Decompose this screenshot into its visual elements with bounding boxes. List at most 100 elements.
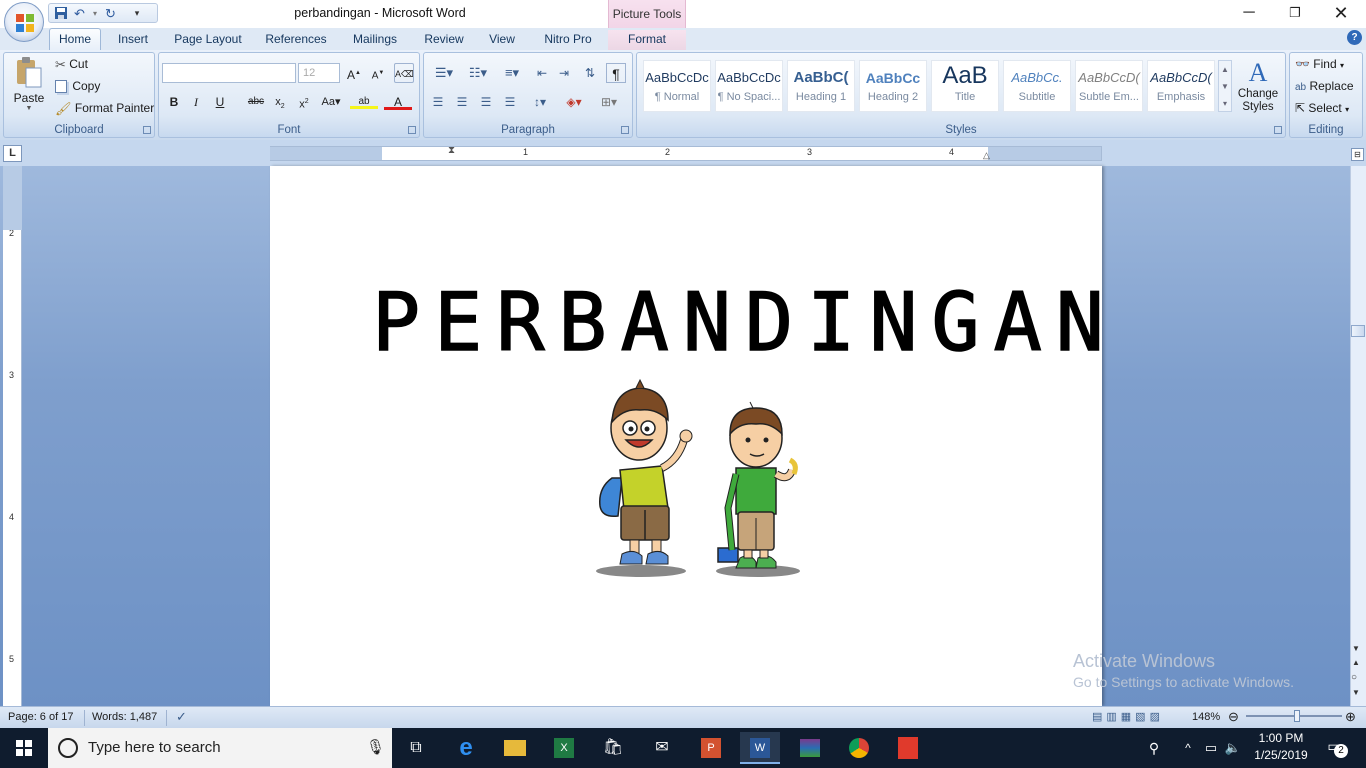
previous-page-icon[interactable]: ▲ (1352, 658, 1360, 667)
vertical-scrollbar[interactable] (1350, 166, 1366, 706)
help-icon[interactable]: ? (1347, 30, 1362, 45)
view-ruler-icon[interactable]: ⊟ (1351, 148, 1364, 161)
style-no-spacing[interactable]: AaBbCcDc ¶ No Spaci... (715, 60, 783, 112)
next-page-icon[interactable]: ▼ (1352, 688, 1360, 697)
borders-icon[interactable]: ⊞▾ (594, 92, 624, 112)
tab-review[interactable]: Review (418, 30, 470, 50)
increase-indent-icon[interactable]: ⇥ (554, 63, 574, 83)
justify-icon[interactable]: ☰ (500, 92, 520, 112)
tab-format[interactable]: Format (608, 30, 686, 50)
tab-nitro-pro[interactable]: Nitro Pro (536, 30, 600, 50)
numbering-icon[interactable]: ☷▾ (462, 63, 494, 83)
shrink-font-icon[interactable]: A▼ (368, 63, 388, 83)
strikethrough-icon[interactable]: abc (246, 92, 266, 112)
microphone-icon[interactable]: 🎙 (366, 728, 385, 768)
zoom-slider-thumb[interactable] (1294, 710, 1300, 722)
style-title[interactable]: AaB Title (931, 60, 999, 112)
right-indent-icon[interactable]: △ (983, 150, 990, 161)
restore-button[interactable]: ❐ (1272, 0, 1318, 28)
bold-icon[interactable]: B (164, 92, 184, 112)
scrollbar-thumb[interactable] (1351, 325, 1365, 337)
italic-icon[interactable]: I (186, 92, 206, 112)
grow-font-icon[interactable]: A▲ (344, 63, 364, 83)
style-heading-1[interactable]: AaBbC(Heading 1 (787, 60, 855, 112)
tab-insert[interactable]: Insert (110, 30, 156, 50)
replace-button[interactable]: ab Replace (1295, 79, 1354, 93)
taskbar-clock[interactable]: 1:00 PM 1/25/2019 (1246, 730, 1316, 764)
show-formatting-icon[interactable]: ¶ (606, 63, 626, 83)
line-spacing-icon[interactable]: ↕▾ (526, 92, 554, 112)
change-case-icon[interactable]: Aa▾ (318, 92, 344, 112)
cut-button[interactable]: ✂ Cut (55, 57, 88, 73)
zoom-out-icon[interactable]: ⊖ (1228, 709, 1239, 725)
mail-icon[interactable]: ✉ (642, 732, 682, 764)
office-button[interactable] (4, 2, 44, 42)
vertical-ruler[interactable]: 2 3 4 5 (3, 166, 22, 706)
align-left-icon[interactable]: ☰ (428, 92, 448, 112)
select-button[interactable]: ⇱ Select ▾ (1295, 101, 1349, 115)
scroll-down-icon[interactable]: ▼ (1352, 644, 1360, 653)
excel-icon[interactable]: X (544, 732, 584, 764)
zoom-in-icon[interactable]: ⊕ (1345, 709, 1356, 725)
multilevel-list-icon[interactable]: ≡▾ (496, 63, 528, 83)
paragraph-launcher-icon[interactable] (621, 126, 629, 134)
action-center-icon[interactable]: ▭ 2 (1322, 738, 1348, 758)
tab-page-layout[interactable]: Page Layout (168, 30, 248, 50)
style-emphasis[interactable]: AaBbCcD(Emphasis (1147, 60, 1215, 112)
styles-launcher-icon[interactable] (1274, 126, 1282, 134)
minimize-button[interactable]: ─ (1226, 0, 1272, 28)
style-normal[interactable]: AaBbCcDc ¶ Normal (643, 60, 711, 112)
volume-icon[interactable]: 🔈 (1222, 732, 1244, 764)
tab-mailings[interactable]: Mailings (344, 30, 406, 50)
winrar-icon[interactable] (790, 732, 830, 764)
highlight-icon[interactable]: ab (350, 92, 378, 112)
style-subtitle[interactable]: AaBbCc. Subtitle (1003, 60, 1071, 112)
start-button[interactable] (0, 728, 48, 768)
close-button[interactable]: ✕ (1318, 0, 1364, 28)
first-line-indent-icon[interactable]: ⧗ (448, 145, 455, 156)
word-icon[interactable]: W (740, 732, 780, 764)
nitro-pdf-icon[interactable] (888, 732, 928, 764)
chrome-icon[interactable] (839, 732, 879, 764)
bullets-icon[interactable]: ☰▾ (428, 63, 460, 83)
task-view-icon[interactable]: ⧉ (396, 732, 436, 764)
underline-icon[interactable]: U (210, 92, 230, 112)
clear-formatting-icon[interactable]: A⌫ (394, 63, 414, 83)
people-icon[interactable]: ⚲ (1140, 732, 1168, 764)
align-right-icon[interactable]: ☰ (476, 92, 496, 112)
clipboard-launcher-icon[interactable] (143, 126, 151, 134)
font-name-combo[interactable] (162, 63, 296, 83)
show-hidden-icons[interactable]: ^ (1178, 732, 1198, 764)
tab-selector-icon[interactable]: L (3, 145, 22, 162)
taskbar-search-box[interactable]: Type here to search 🎙 (48, 728, 392, 768)
two-boys-clipart[interactable] (590, 378, 805, 583)
view-buttons-icon[interactable]: ▤▥▦▧▨ (1092, 710, 1164, 723)
proofing-icon[interactable]: ✓ (176, 709, 187, 725)
tab-references[interactable]: References (258, 30, 334, 50)
style-subtle-emphasis[interactable]: AaBbCcD(Subtle Em... (1075, 60, 1143, 112)
copy-button[interactable]: Copy (55, 79, 100, 94)
powerpoint-icon[interactable]: P (691, 732, 731, 764)
decrease-indent-icon[interactable]: ⇤ (532, 63, 552, 83)
font-size-combo[interactable]: 12 (298, 63, 340, 83)
edge-icon[interactable]: e (446, 732, 486, 764)
find-button[interactable]: 👓 Find ▾ (1295, 57, 1344, 71)
file-explorer-icon[interactable] (495, 732, 535, 764)
shading-icon[interactable]: ◈▾ (560, 92, 588, 112)
sort-icon[interactable]: ⇅ (580, 63, 600, 83)
format-painter-button[interactable]: 🖌 Format Painter (55, 101, 154, 117)
select-browse-object-icon[interactable]: ○ (1351, 672, 1357, 683)
network-icon[interactable]: ▭ (1200, 732, 1222, 764)
style-heading-2[interactable]: AaBbCc Heading 2 (859, 60, 927, 112)
styles-scroll-icon[interactable]: ▲ ▼ ▾ (1218, 60, 1232, 112)
tab-home[interactable]: Home (49, 28, 101, 51)
subscript-icon[interactable]: x2 (270, 92, 290, 112)
store-icon[interactable]: 🛍 (593, 732, 633, 764)
superscript-icon[interactable]: x2 (294, 92, 314, 112)
paste-button[interactable]: Paste ▼ (10, 56, 48, 116)
page-count[interactable]: Page: 6 of 17 (8, 711, 73, 723)
word-count[interactable]: Words: 1,487 (92, 711, 157, 723)
horizontal-ruler[interactable]: 1 2 3 4 5 (270, 146, 1102, 161)
change-styles-button[interactable]: A Change Styles (1236, 58, 1280, 114)
document-heading[interactable]: PERBANDINGAN (371, 275, 1104, 370)
